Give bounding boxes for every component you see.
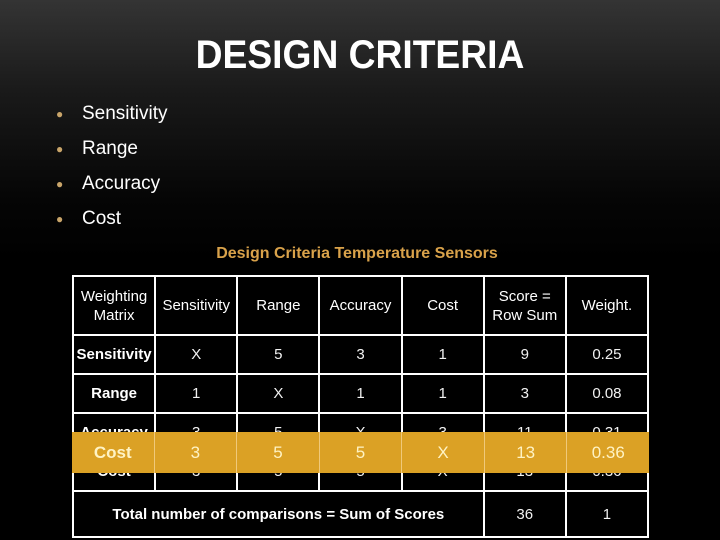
- total-label: Total number of comparisons = Sum of Sco…: [72, 490, 485, 538]
- table-row: Range 1 X 1 1 3 0.08: [71, 373, 650, 414]
- header-cell: Cost: [400, 275, 485, 336]
- table-cell: 3: [482, 373, 567, 414]
- highlight-cell: 5: [320, 432, 403, 473]
- highlight-cell: 0.36: [591, 442, 625, 462]
- highlight-label: Cost: [72, 432, 155, 473]
- header-row: Weighting Matrix Sensitivity Range Accur…: [71, 275, 650, 336]
- bullet-text: Sensitivity: [82, 102, 168, 124]
- table-cell: X: [236, 373, 321, 414]
- bullet-icon: ●: [56, 211, 64, 226]
- bullet-text: Accuracy: [82, 172, 161, 194]
- header-cell: Range: [236, 275, 321, 336]
- header-cell: Weighting Matrix: [71, 275, 157, 336]
- bullet-icon: ●: [56, 141, 64, 156]
- total-weight: 1: [564, 490, 650, 538]
- bullet-item: ● Cost: [56, 201, 168, 236]
- table-cell: 1: [318, 373, 403, 414]
- highlight-cell: 13: [485, 432, 568, 473]
- table-row: Sensitivity X 5 3 1 9 0.25: [71, 334, 650, 375]
- bullet-icon: ●: [56, 176, 64, 191]
- table-cell: X: [154, 334, 239, 375]
- table-cell: 1: [154, 373, 239, 414]
- bullet-text: Cost: [82, 207, 122, 229]
- table-cell: 3: [318, 334, 403, 375]
- row-label: Sensitivity: [71, 334, 157, 375]
- row-label: Range: [71, 373, 157, 414]
- bullet-list: ● Sensitivity ● Range ● Accuracy ● Cost: [56, 96, 168, 236]
- table-cell: 9: [482, 334, 567, 375]
- bullet-item: ● Range: [56, 131, 168, 166]
- table-cell: 1: [400, 373, 485, 414]
- total-score: 36: [482, 490, 567, 538]
- weighting-matrix-table: Weighting Matrix Sensitivity Range Accur…: [71, 275, 650, 538]
- highlight-cell: 5: [237, 432, 320, 473]
- table-cell: 1: [400, 334, 485, 375]
- table-cell: 5: [236, 334, 321, 375]
- header-cell: Score = Row Sum: [482, 275, 567, 336]
- bullet-icon: ●: [56, 106, 64, 121]
- bullet-text: Range: [82, 137, 138, 159]
- table-cell: 0.25: [564, 334, 650, 375]
- table-cell: 0.08: [564, 373, 650, 414]
- bullet-item: ● Accuracy: [56, 166, 168, 201]
- header-cell: Weight.: [564, 275, 650, 336]
- highlight-cell: X: [402, 432, 485, 473]
- total-row: Total number of comparisons = Sum of Sco…: [72, 490, 650, 538]
- highlighted-cost-row: Cost 3 5 5 X 13 0.36: [72, 432, 649, 473]
- highlight-cell: 3: [155, 432, 238, 473]
- slide-title: DESIGN CRITERIA: [195, 33, 525, 77]
- header-cell: Accuracy: [318, 275, 403, 336]
- header-cell: Sensitivity: [154, 275, 239, 336]
- table-caption: Design Criteria Temperature Sensors: [216, 245, 498, 262]
- bullet-item: ● Sensitivity: [56, 96, 168, 131]
